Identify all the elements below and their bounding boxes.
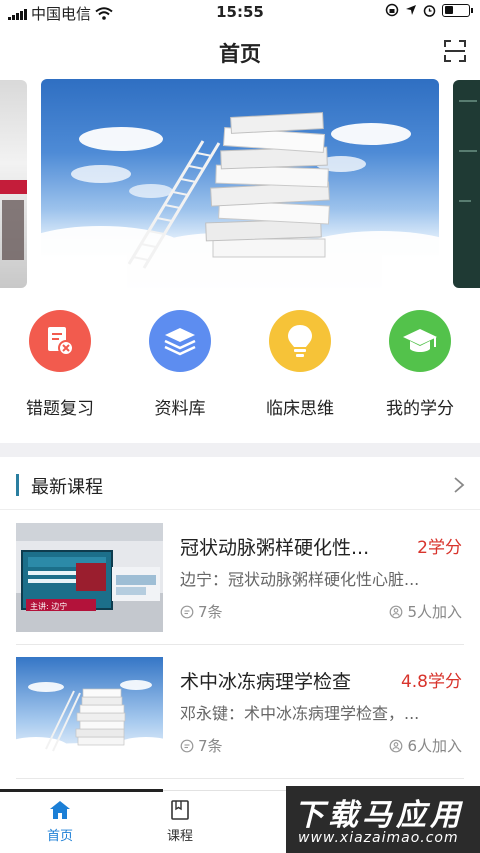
- page-title: 首页: [219, 42, 261, 66]
- banner-prev-stripe: [0, 180, 27, 194]
- comment-icon: [180, 739, 194, 752]
- category-icon-circle: [389, 310, 451, 372]
- status-right: [385, 3, 473, 17]
- wrong-question-icon: [48, 327, 74, 356]
- course-item[interactable]: 术中冰冻病理学检查 4.8学分 邓永键：术中冰冻病理学检查，... 7条 6人加…: [16, 645, 464, 779]
- book-icon: [171, 800, 189, 820]
- category-clinical-thinking[interactable]: 临床思维: [240, 310, 360, 430]
- course-thumbnail: [16, 657, 163, 766]
- banner-prev-graphic: [2, 200, 24, 260]
- course-joined-label: 6人加入: [407, 737, 462, 755]
- course-joined: 5人加入: [389, 601, 462, 622]
- course-thumbnail: 主讲: 边宁: [16, 523, 163, 632]
- home-icon: [50, 801, 70, 819]
- alarm-icon: [423, 4, 436, 17]
- category-grid: 错题复习 资料库 临床思维 我的学分: [0, 310, 480, 430]
- banner-slide[interactable]: [41, 79, 439, 289]
- banner-prev-slide[interactable]: [0, 80, 27, 288]
- course-joined: 6人加入: [389, 735, 462, 756]
- course-description: 邓永键：术中冰冻病理学检查，...: [180, 704, 420, 723]
- section-divider: [0, 443, 480, 457]
- category-label: 错题复习: [26, 399, 94, 419]
- category-my-credits[interactable]: 我的学分: [360, 310, 480, 430]
- category-icon-circle: [29, 310, 91, 372]
- chevron-right-icon[interactable]: [452, 476, 466, 494]
- thumbnail-caption: 主讲: 边宁: [30, 601, 67, 611]
- category-library[interactable]: 资料库: [120, 310, 240, 430]
- lecture-thumbnail-image: 主讲: 边宁: [16, 523, 163, 632]
- scan-icon[interactable]: [444, 40, 466, 62]
- course-description: 边宁：冠状动脉粥样硬化性心脏...: [180, 570, 420, 589]
- tab-courses[interactable]: 课程: [150, 799, 210, 844]
- course-count-label: 7条: [198, 603, 223, 621]
- category-label: 资料库: [154, 399, 206, 419]
- user-icon: [390, 605, 403, 618]
- rotation-lock-icon: [385, 3, 399, 17]
- books-ladder-illustration: [41, 112, 439, 289]
- chalk-line: [459, 150, 477, 152]
- watermark-title: 下载马应用: [294, 798, 464, 833]
- chalk-line: [459, 100, 477, 102]
- course-count-label: 7条: [198, 737, 223, 755]
- course-count: 7条: [180, 601, 223, 622]
- tab-indicator: [0, 789, 163, 792]
- location-icon: [406, 5, 416, 15]
- lightbulb-icon: [288, 325, 312, 357]
- status-bar: 中国电信 15:55: [0, 0, 480, 24]
- comment-icon: [180, 605, 194, 618]
- tab-label: 课程: [166, 829, 193, 844]
- layers-icon: [164, 328, 196, 356]
- course-count: 7条: [180, 735, 223, 756]
- category-icon-circle: [149, 310, 211, 372]
- latest-courses-header[interactable]: 最新课程: [0, 458, 480, 510]
- battery-icon: [442, 3, 473, 17]
- category-wrong-review[interactable]: 错题复习: [0, 310, 120, 430]
- user-icon: [390, 739, 403, 752]
- category-label: 临床思维: [266, 399, 334, 419]
- tab-label: 首页: [46, 829, 73, 844]
- course-title: 术中冰冻病理学检查: [180, 671, 352, 693]
- graduation-cap-icon: [403, 329, 437, 352]
- banner-next-slide[interactable]: [453, 80, 480, 288]
- chalk-line: [459, 200, 471, 202]
- course-joined-label: 5人加入: [407, 603, 462, 621]
- course-item[interactable]: 主讲: 边宁 冠状动脉粥样硬化性... 2学分 边宁：冠状动脉粥样硬化性心脏..…: [16, 511, 464, 645]
- category-icon-circle: [269, 310, 331, 372]
- watermark-url: www.xiazaimao.com: [298, 830, 459, 846]
- course-credit: 2学分: [417, 538, 462, 558]
- section-accent-bar: [16, 474, 19, 496]
- section-title: 最新课程: [31, 477, 103, 498]
- course-credit: 4.8学分: [400, 672, 462, 692]
- nav-bar: 首页: [0, 24, 480, 76]
- course-title: 冠状动脉粥样硬化性...: [180, 537, 370, 559]
- tab-home[interactable]: 首页: [30, 799, 90, 844]
- watermark: 下载马应用 www.xiazaimao.com: [286, 786, 480, 853]
- battery-fill: [444, 6, 453, 14]
- books-thumbnail-image: [16, 657, 163, 766]
- category-label: 我的学分: [386, 399, 454, 419]
